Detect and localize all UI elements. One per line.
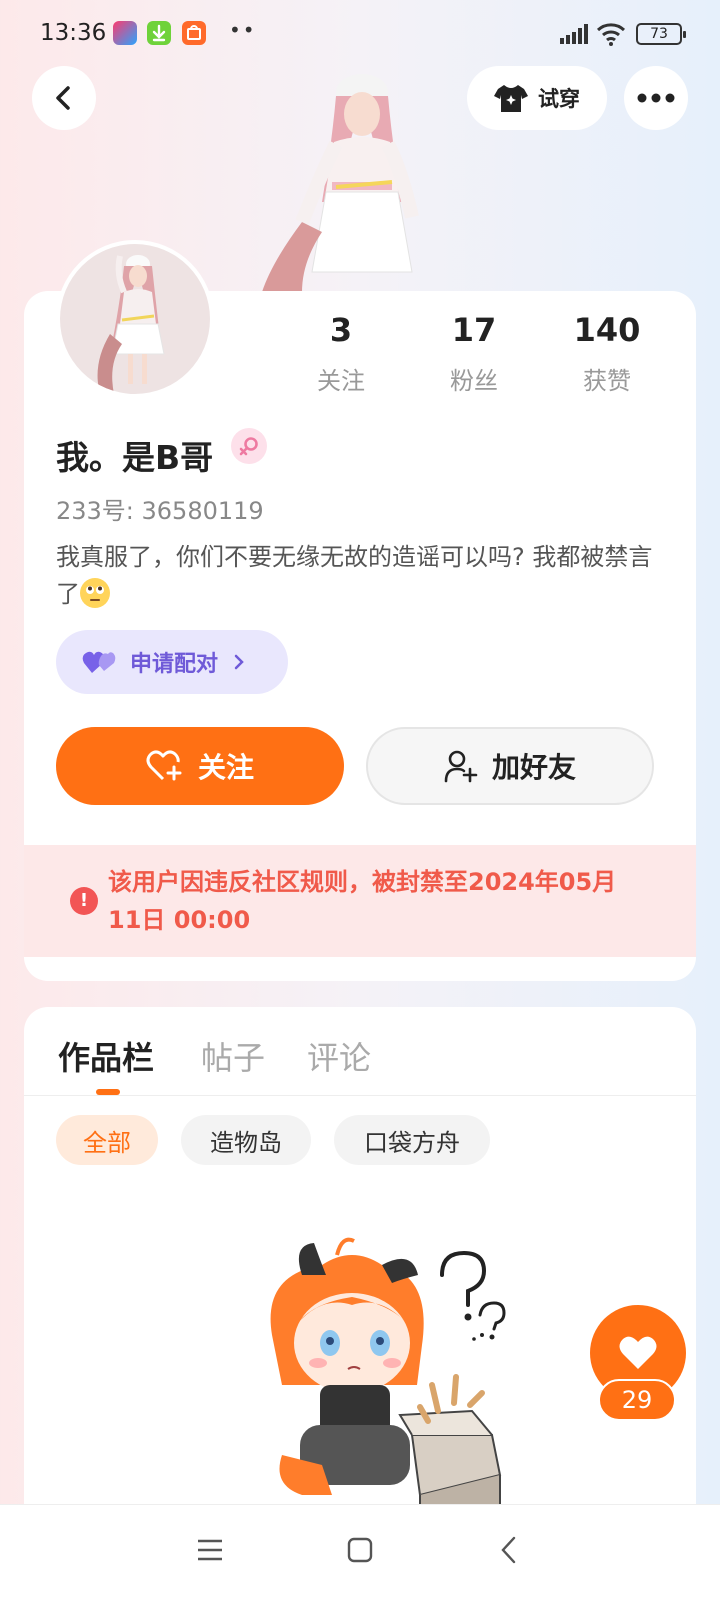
chip-creation-island[interactable]: 造物岛 [181, 1115, 311, 1165]
empty-state-mascot [270, 1237, 506, 1515]
banner-avatar-figure [262, 74, 419, 292]
add-friend-label: 加好友 [491, 751, 576, 784]
double-heart-icon [82, 651, 116, 673]
stat-fans-count: 17 [451, 311, 497, 349]
chip-all[interactable]: 全部 [56, 1115, 158, 1165]
heart-icon [619, 1336, 657, 1369]
stat-following-count: 3 [329, 311, 353, 349]
back-nav-icon[interactable] [496, 1535, 524, 1565]
shop-app-icon [182, 21, 206, 45]
back-button[interactable] [32, 66, 96, 130]
stat-fans-label: 粉丝 [450, 367, 498, 395]
like-count: 29 [598, 1379, 676, 1421]
stat-following[interactable]: 3 关注 [281, 311, 401, 396]
username: 我。是B哥 [56, 438, 214, 477]
stat-likes[interactable]: 140 获赞 [547, 311, 667, 396]
stat-following-label: 关注 [317, 367, 365, 395]
shirt-icon [494, 85, 528, 112]
try-on-button[interactable]: 试穿 [467, 66, 607, 130]
request-pair-button[interactable]: 申请配对 [56, 630, 288, 694]
battery-icon: 73 [636, 23, 686, 45]
tabs-divider [24, 1095, 696, 1096]
system-nav-bar [0, 1504, 720, 1600]
chevron-right-icon [234, 654, 244, 670]
bio-text: 我真服了，你们不要无缘无故的造谣可以吗? 我都被禁言了 [56, 543, 653, 608]
ban-notice-text: 该用户因违反社区规则，被封禁至2024年05月11日 00:00 [108, 868, 617, 934]
avatar[interactable] [56, 240, 214, 398]
video-app-icon [113, 21, 137, 45]
stat-likes-label: 获赞 [583, 367, 631, 395]
menu-icon[interactable] [196, 1535, 224, 1565]
eye-roll-emoji-icon [80, 578, 110, 608]
add-user-icon [444, 750, 478, 783]
user-id: 233号: 36580119 [56, 497, 264, 525]
warning-icon: ! [70, 887, 98, 915]
ban-notice: ! 该用户因违反社区规则，被封禁至2024年05月11日 00:00 [24, 845, 696, 957]
follow-label: 关注 [197, 751, 254, 784]
chevron-left-icon [56, 86, 70, 110]
tab-posts[interactable]: 帖子 [201, 1033, 265, 1079]
home-icon[interactable] [346, 1535, 374, 1565]
download-app-icon [147, 21, 171, 45]
try-on-label: 试穿 [538, 87, 580, 111]
status-time: 13:36 [40, 20, 107, 46]
more-notifications-icon: •• [229, 18, 257, 42]
request-pair-label: 申请配对 [130, 652, 219, 677]
tab-works[interactable]: 作品栏 [58, 1033, 154, 1079]
bio: 我真服了，你们不要无缘无故的造谣可以吗? 我都被禁言了 [56, 539, 676, 613]
tab-comments[interactable]: 评论 [307, 1033, 371, 1079]
female-gender-icon [231, 428, 267, 464]
stat-fans[interactable]: 17 粉丝 [414, 311, 534, 396]
chip-pocket-ark[interactable]: 口袋方舟 [334, 1115, 490, 1165]
more-dots-icon [637, 93, 675, 103]
heart-plus-icon [146, 750, 182, 781]
stat-likes-count: 140 [573, 311, 641, 349]
follow-button[interactable]: 关注 [56, 727, 344, 805]
signal-icon [560, 24, 588, 44]
add-friend-button[interactable]: 加好友 [366, 727, 654, 805]
avatar-figure [97, 255, 165, 394]
wifi-icon [596, 23, 626, 46]
more-button[interactable] [624, 66, 688, 130]
